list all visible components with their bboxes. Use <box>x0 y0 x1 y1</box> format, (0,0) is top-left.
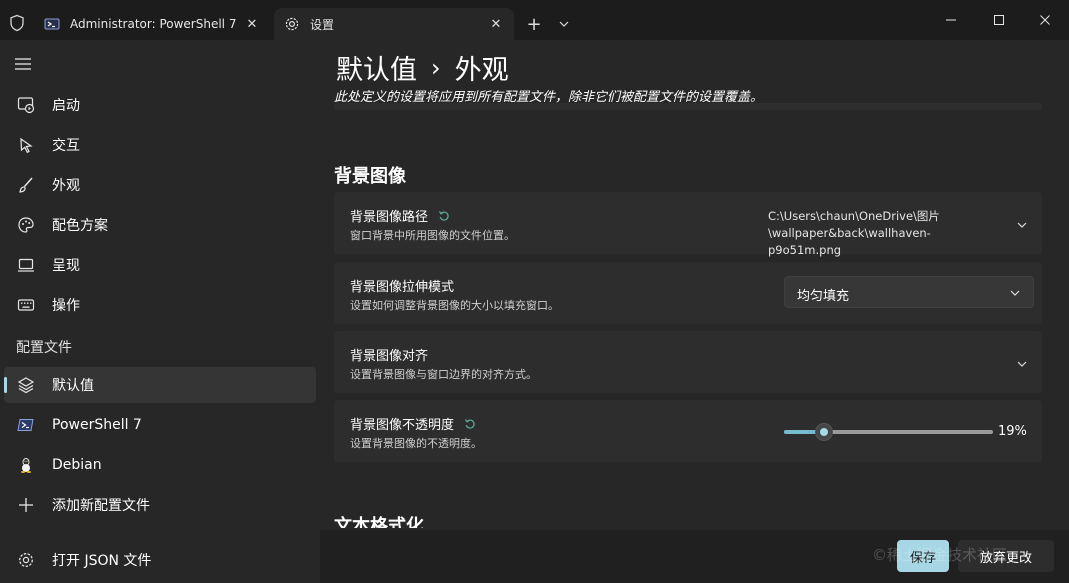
monitor-icon <box>16 255 36 275</box>
setting-title: 背景图像拉伸模式 <box>350 276 454 295</box>
open-json-label: 打开 JSON 文件 <box>52 553 152 569</box>
close-tab-icon[interactable]: ✕ <box>484 12 508 36</box>
setting-background-image-path[interactable]: 背景图像路径 窗口背景中所用图像的文件位置。 C:\Users\chaun\On… <box>334 192 1042 257</box>
settings-content: 默认值 › 外观 此处定义的设置将应用到所有配置文件，除非它们被配置文件的设置覆… <box>320 40 1069 583</box>
sidebar-item-label: PowerShell 7 <box>52 417 142 433</box>
keyboard-icon <box>16 295 36 315</box>
setting-title: 背景图像不透明度 <box>350 414 476 433</box>
setting-description: 设置背景图像的不透明度。 <box>350 437 482 450</box>
sidebar: 启动 交互 外观 配色方案 呈现 操作 配置文件 默认值 PowerShell … <box>0 40 320 583</box>
layers-icon <box>16 375 36 395</box>
path-line-2: \wallpaper&back\wallhaven-p9o51m.png <box>768 226 931 257</box>
sidebar-item-color-schemes[interactable]: 配色方案 <box>4 207 316 243</box>
sidebar-item-label: Debian <box>52 457 102 473</box>
powershell-icon <box>16 415 36 435</box>
close-window-button[interactable] <box>1022 0 1068 40</box>
sidebar-item-add-profile[interactable]: 添加新配置文件 <box>4 487 316 523</box>
sidebar-item-label: 呈现 <box>52 258 80 274</box>
sidebar-item-label: 外观 <box>52 178 80 194</box>
sidebar-item-powershell[interactable]: PowerShell 7 <box>4 407 316 443</box>
section-title-background-image: 背景图像 <box>334 166 406 187</box>
scroll-divider <box>334 103 1042 110</box>
shield-icon <box>8 14 26 32</box>
path-line-1: C:\Users\chaun\OneDrive\图片 <box>768 209 940 223</box>
opacity-slider-thumb[interactable] <box>814 423 833 441</box>
breadcrumb-separator: › <box>431 53 441 82</box>
tab-settings[interactable]: 设置 ✕ <box>274 8 514 40</box>
sidebar-item-label: 操作 <box>52 298 80 314</box>
chevron-down-icon[interactable] <box>1016 355 1028 367</box>
sidebar-item-label: 交互 <box>52 138 80 154</box>
linux-icon <box>16 455 36 475</box>
setting-background-image-stretch-mode: 背景图像拉伸模式 设置如何调整背景图像的大小以填充窗口。 均匀填充 <box>334 262 1042 324</box>
chevron-down-icon[interactable] <box>552 12 576 36</box>
close-tab-icon[interactable]: ✕ <box>240 12 264 36</box>
maximize-button[interactable] <box>976 0 1022 40</box>
setting-background-image-alignment[interactable]: 背景图像对齐 设置背景图像与窗口边界的对齐方式。 <box>334 331 1042 393</box>
setting-title: 背景图像路径 <box>350 206 450 225</box>
sidebar-item-debian[interactable]: Debian <box>4 447 316 483</box>
new-tab-button[interactable]: + <box>522 12 546 36</box>
tab-bar: Administrator: PowerShell 7 ✕ 设置 ✕ + <box>0 0 1069 40</box>
reset-icon[interactable] <box>464 418 476 430</box>
sidebar-item-startup[interactable]: 启动 <box>4 87 316 123</box>
sidebar-item-actions[interactable]: 操作 <box>4 287 316 323</box>
sidebar-item-interaction[interactable]: 交互 <box>4 127 316 163</box>
breadcrumb: 默认值 › 外观 <box>336 48 509 87</box>
sidebar-item-rendering[interactable]: 呈现 <box>4 247 316 283</box>
setting-title: 背景图像对齐 <box>350 345 428 364</box>
gear-icon <box>16 550 36 570</box>
chevron-down-icon[interactable] <box>1016 216 1028 228</box>
sidebar-item-label: 启动 <box>52 98 80 114</box>
profiles-header: 配置文件 <box>16 340 72 356</box>
gear-icon <box>284 16 300 32</box>
dropdown-value: 均匀填充 <box>797 289 850 304</box>
powershell-icon <box>44 16 60 32</box>
sidebar-item-label: 默认值 <box>52 378 94 394</box>
reset-icon[interactable] <box>438 210 450 222</box>
footer-bar: 保存 放弃更改 ©稀土掘金技术社区 <box>320 530 1069 583</box>
sidebar-item-appearance[interactable]: 外观 <box>4 167 316 203</box>
sidebar-item-label: 配色方案 <box>52 218 108 234</box>
tab-powershell[interactable]: Administrator: PowerShell 7 ✕ <box>34 8 270 40</box>
setting-title-text: 背景图像路径 <box>350 210 429 225</box>
sidebar-item-label: 添加新配置文件 <box>52 498 150 514</box>
tab-label: 设置 <box>310 17 335 32</box>
startup-icon <box>16 95 36 115</box>
setting-title-text: 背景图像不透明度 <box>350 418 455 433</box>
tab-label: Administrator: PowerShell 7 <box>70 17 237 31</box>
setting-title-text: 背景图像对齐 <box>350 349 429 364</box>
background-image-path-value: C:\Users\chaun\OneDrive\图片 \wallpaper&ba… <box>768 208 998 259</box>
selection-indicator <box>4 377 7 393</box>
open-json-button[interactable]: 打开 JSON 文件 <box>4 542 316 578</box>
breadcrumb-appearance: 外观 <box>454 55 509 86</box>
minimize-button[interactable] <box>928 0 974 40</box>
setting-title-text: 背景图像拉伸模式 <box>350 280 455 295</box>
hamburger-menu-icon[interactable] <box>14 56 34 72</box>
setting-description: 设置背景图像与窗口边界的对齐方式。 <box>350 368 537 381</box>
cursor-icon <box>16 135 36 155</box>
sidebar-item-defaults[interactable]: 默认值 <box>4 367 316 403</box>
section-title-text-formatting: 文本格式化 <box>334 516 424 528</box>
brush-icon <box>16 175 36 195</box>
plus-icon <box>16 495 36 515</box>
palette-icon <box>16 215 36 235</box>
setting-description: 窗口背景中所用图像的文件位置。 <box>350 229 515 242</box>
breadcrumb-defaults[interactable]: 默认值 <box>336 48 417 87</box>
watermark: ©稀土掘金技术社区 <box>872 546 1008 564</box>
stretch-mode-dropdown[interactable]: 均匀填充 <box>784 276 1034 308</box>
setting-background-image-opacity: 背景图像不透明度 设置背景图像的不透明度。 19% <box>334 400 1042 462</box>
opacity-value: 19% <box>998 424 1027 439</box>
setting-description: 设置如何调整背景图像的大小以填充窗口。 <box>350 299 559 312</box>
chevron-down-icon <box>1009 287 1021 299</box>
